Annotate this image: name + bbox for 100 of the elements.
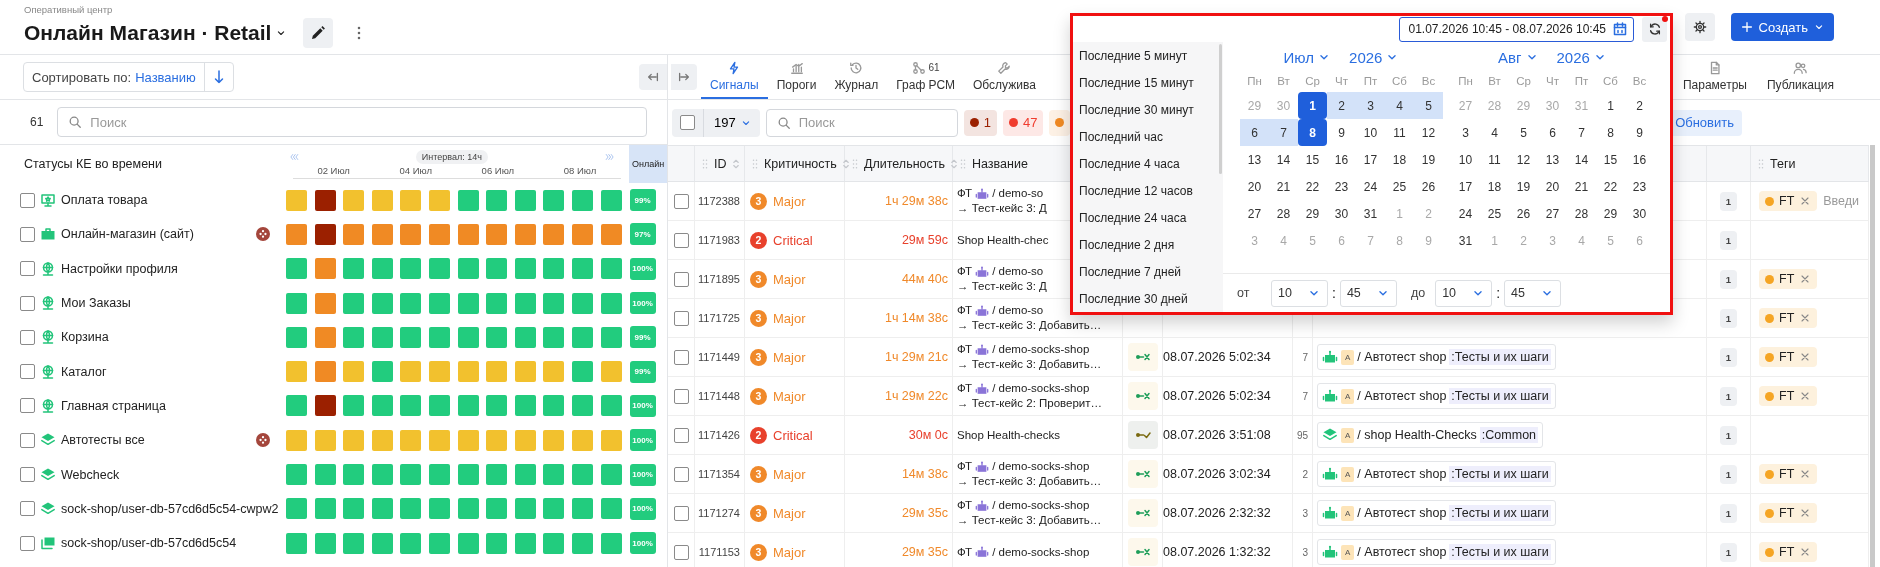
signal-name[interactable]: Shop Health-chec bbox=[957, 232, 1049, 248]
calendar-day[interactable]: 9 bbox=[1327, 119, 1356, 146]
year-dropdown[interactable]: 2026 bbox=[1349, 48, 1400, 66]
checkbox[interactable] bbox=[20, 226, 35, 242]
checkbox[interactable] bbox=[20, 192, 35, 208]
checkbox[interactable] bbox=[20, 467, 35, 482]
row-checkbox[interactable] bbox=[673, 349, 689, 365]
preset-option[interactable]: Последние 5 минут bbox=[1073, 42, 1219, 69]
calendar-day[interactable]: 28 bbox=[1269, 200, 1298, 227]
calendar-day[interactable]: 11 bbox=[1480, 146, 1509, 173]
checkbox[interactable] bbox=[20, 295, 35, 311]
calendar-day[interactable]: 14 bbox=[1567, 146, 1596, 173]
row-checkbox[interactable] bbox=[673, 232, 689, 248]
calendar-day[interactable]: 26 bbox=[1414, 173, 1443, 200]
name-path[interactable]: / demo-so bbox=[992, 264, 1044, 279]
calendar-day[interactable]: 18 bbox=[1480, 173, 1509, 200]
tab[interactable]: Параметры bbox=[1672, 55, 1757, 99]
search-field[interactable]: Поиск bbox=[765, 108, 958, 137]
preset-option[interactable]: Последние 2 дня bbox=[1073, 231, 1219, 258]
create-button[interactable]: Создать bbox=[1730, 13, 1834, 41]
calendar-day[interactable]: 28 bbox=[1567, 200, 1596, 227]
tab[interactable]: Обслужива bbox=[964, 55, 1045, 99]
calendar-day[interactable]: 23 bbox=[1625, 173, 1654, 200]
calendar-day[interactable]: 6 bbox=[1240, 119, 1269, 146]
minute-dropdown[interactable]: 45 bbox=[1339, 279, 1397, 307]
sort-control[interactable]: Сортировать по: Названию bbox=[23, 62, 234, 92]
name-path[interactable]: / demo-socks-shop bbox=[992, 342, 1090, 357]
item-name[interactable]: Настройки профиля bbox=[61, 261, 285, 276]
calendar-day[interactable]: 6 bbox=[1538, 119, 1567, 146]
refresh-button[interactable] bbox=[1642, 16, 1667, 42]
scrollbar[interactable] bbox=[1870, 145, 1875, 567]
row-checkbox[interactable] bbox=[673, 544, 689, 560]
month-dropdown[interactable]: Июл bbox=[1283, 48, 1332, 66]
checkbox[interactable] bbox=[20, 432, 35, 448]
calendar-day[interactable]: 14 bbox=[1269, 146, 1298, 173]
checkbox[interactable] bbox=[20, 501, 35, 517]
tab[interactable]: 61 Граф РСМ bbox=[887, 55, 964, 99]
calendar-day[interactable]: 22 bbox=[1596, 173, 1625, 200]
item-name[interactable]: Онлайн-магазин (сайт) bbox=[61, 227, 251, 242]
calendar-day[interactable]: 1 bbox=[1596, 92, 1625, 119]
calendar-day[interactable]: 30 bbox=[1327, 200, 1356, 227]
calendar-day[interactable]: 27 bbox=[1538, 200, 1567, 227]
year-dropdown[interactable]: 2026 bbox=[1556, 48, 1607, 66]
page-size-dropdown[interactable]: 197 bbox=[703, 108, 760, 137]
column-header[interactable]: Длительность bbox=[864, 156, 945, 171]
calendar-day[interactable]: 9 bbox=[1625, 119, 1654, 146]
calendar-day[interactable]: 15 bbox=[1298, 146, 1327, 173]
calendar-day[interactable]: 26 bbox=[1509, 200, 1538, 227]
tab[interactable]: Публикация bbox=[1756, 55, 1844, 99]
source-chip[interactable]: A / Автотест shop :Тесты и их шаги bbox=[1317, 383, 1556, 409]
item-name[interactable]: sock-shop/user-db-57cd6d5c54-cwpw2 bbox=[61, 501, 285, 516]
select-all-checkbox[interactable] bbox=[680, 115, 695, 130]
calendar-day[interactable]: 13 bbox=[1240, 146, 1269, 173]
item-name[interactable]: Автотесты все bbox=[61, 433, 251, 448]
checkbox[interactable] bbox=[20, 364, 35, 380]
hour-dropdown[interactable]: 10 bbox=[1435, 279, 1493, 307]
calendar-day[interactable]: 19 bbox=[1509, 173, 1538, 200]
item-name[interactable]: Оплата товара bbox=[61, 193, 285, 208]
item-name[interactable]: Каталог bbox=[61, 364, 285, 379]
item-name[interactable]: Корзина bbox=[61, 330, 285, 345]
severity-filter-chip[interactable]: 1 bbox=[963, 109, 997, 136]
calendar-day[interactable]: 4 bbox=[1385, 92, 1414, 119]
calendar-day[interactable]: 23 bbox=[1327, 173, 1356, 200]
calendar-day[interactable]: 25 bbox=[1385, 173, 1414, 200]
row-checkbox[interactable] bbox=[673, 193, 689, 209]
source-chip[interactable]: A / Автотест shop :Тесты и их шаги bbox=[1317, 344, 1556, 370]
row-checkbox[interactable] bbox=[673, 310, 689, 326]
name-path[interactable]: / demo-so bbox=[992, 303, 1044, 318]
calendar-day[interactable]: 5 bbox=[1509, 119, 1538, 146]
calendar-day[interactable]: 15 bbox=[1596, 146, 1625, 173]
source-chip[interactable]: A / Автотест shop :Тесты и их шаги bbox=[1317, 539, 1556, 565]
checkbox[interactable] bbox=[20, 329, 35, 345]
calendar-day[interactable]: 12 bbox=[1509, 146, 1538, 173]
date-range-field[interactable]: 01.07.2026 10:45 - 08.07.2026 10:45 bbox=[1399, 16, 1634, 42]
calendar-day[interactable]: 8 bbox=[1298, 119, 1327, 146]
row-checkbox[interactable] bbox=[673, 388, 689, 404]
column-header[interactable]: Критичность bbox=[764, 156, 837, 171]
calendar-day[interactable]: 20 bbox=[1538, 173, 1567, 200]
minute-dropdown[interactable]: 45 bbox=[1504, 279, 1562, 307]
calendar-day[interactable]: 16 bbox=[1625, 146, 1654, 173]
item-name[interactable]: Мои Заказы bbox=[61, 296, 285, 311]
name-path[interactable]: / demo-socks-shop bbox=[992, 459, 1090, 474]
calendar-day[interactable]: 11 bbox=[1385, 119, 1414, 146]
item-name[interactable]: Webcheck bbox=[61, 467, 285, 482]
scrollbar[interactable] bbox=[1219, 44, 1222, 174]
calendar-day[interactable]: 17 bbox=[1451, 173, 1480, 200]
calendar-day[interactable]: 2 bbox=[1327, 92, 1356, 119]
severity-filter-chip[interactable] bbox=[1049, 109, 1071, 136]
calendar-day[interactable]: 3 bbox=[1356, 92, 1385, 119]
calendar-day[interactable]: 10 bbox=[1356, 119, 1385, 146]
source-chip[interactable]: A / Автотест shop :Тесты и их шаги bbox=[1317, 500, 1556, 526]
name-path[interactable]: / demo-so bbox=[992, 186, 1044, 201]
column-header[interactable]: ID bbox=[714, 156, 727, 171]
name-path[interactable]: / demo-socks-shop bbox=[992, 498, 1090, 513]
calendar-day[interactable]: 30 bbox=[1625, 200, 1654, 227]
preset-option[interactable]: Последние 30 минут bbox=[1073, 96, 1219, 123]
calendar-day[interactable]: 5 bbox=[1414, 92, 1443, 119]
column-header[interactable]: Название bbox=[972, 156, 1028, 171]
calendar-day[interactable]: 21 bbox=[1567, 173, 1596, 200]
calendar-day[interactable]: 27 bbox=[1240, 200, 1269, 227]
